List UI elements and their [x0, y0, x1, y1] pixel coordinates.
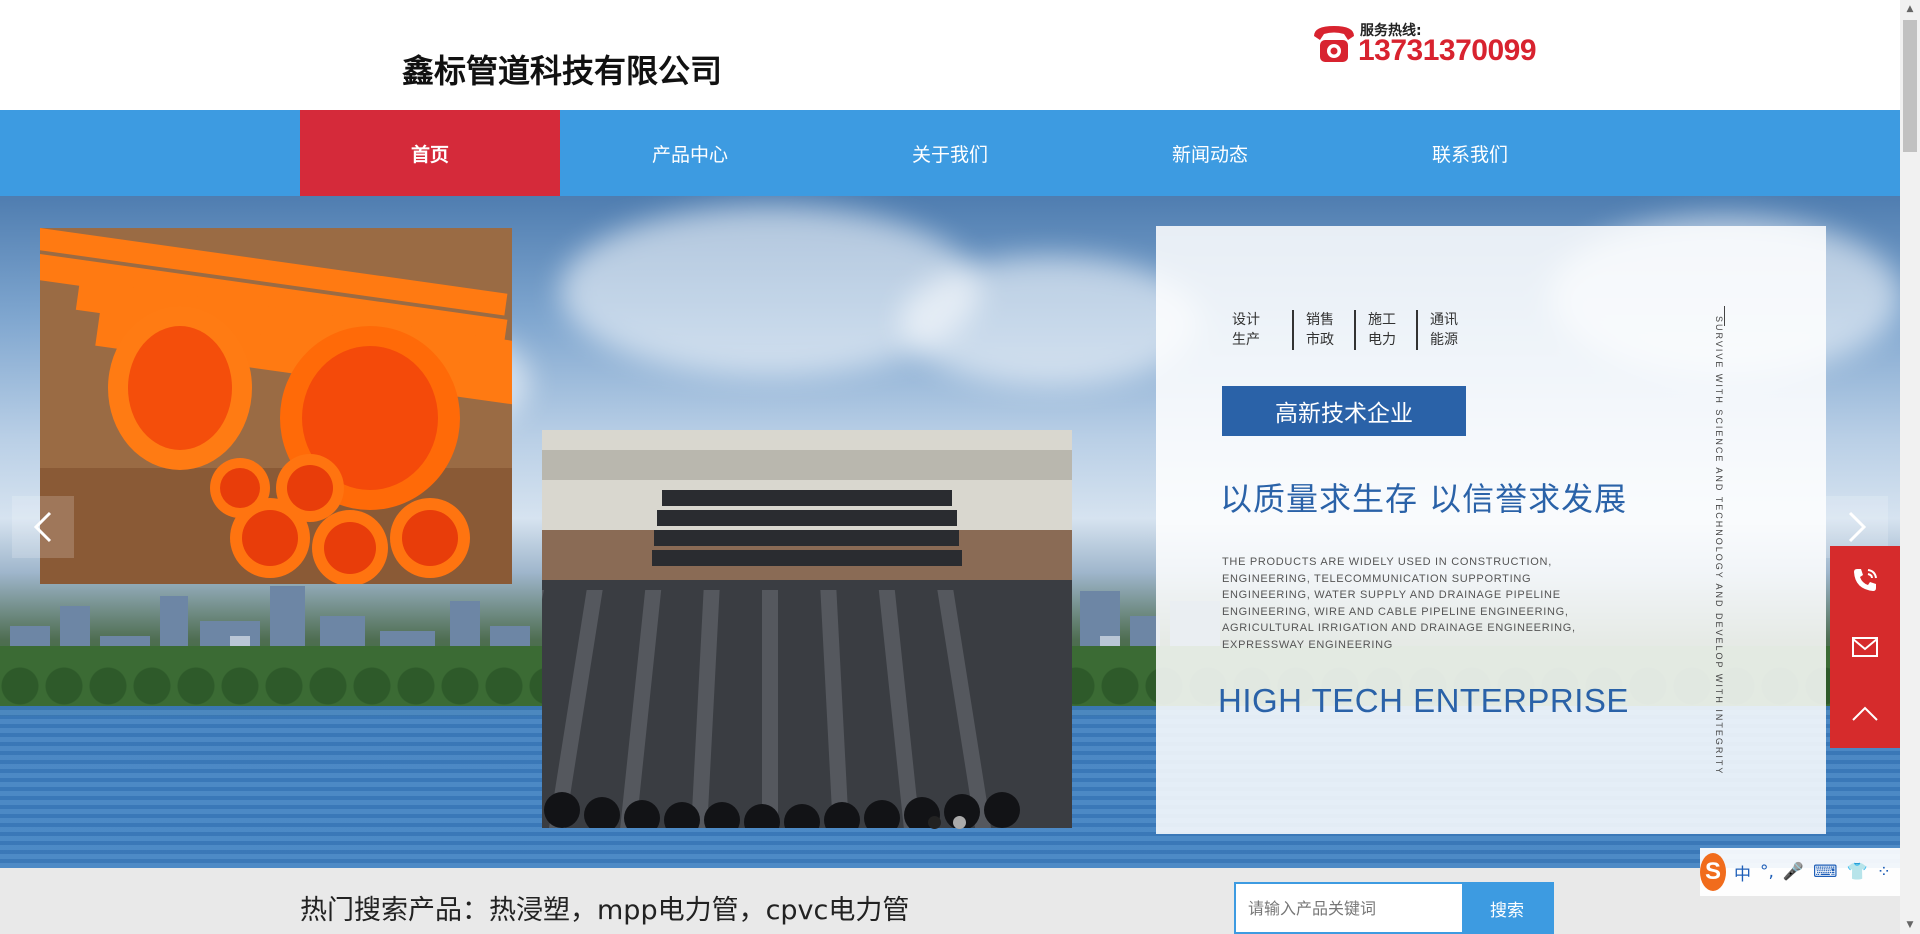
- ime-skin-icon[interactable]: 👕: [1847, 862, 1868, 882]
- scroll-up-arrow-icon[interactable]: ▲: [1900, 0, 1920, 18]
- sogou-logo-icon[interactable]: S: [1700, 853, 1726, 891]
- hot-search-bar: 热门搜索产品：热浸塑，mpp电力管，cpvc电力管 搜索: [0, 868, 1900, 934]
- slide-dot[interactable]: [928, 816, 941, 829]
- slide-dot[interactable]: [953, 816, 966, 829]
- hero-banner: 设计 生产 销售 市政 施工 电力 通讯 能源 高新技术企业 以质量求生存 以信…: [0, 196, 1900, 868]
- envelope-icon: [1852, 636, 1878, 657]
- chevron-right-icon: [1848, 511, 1867, 543]
- service-tag: 通讯 能源: [1430, 312, 1458, 348]
- ime-chinese-mode[interactable]: 中: [1734, 860, 1751, 885]
- ime-keyboard-icon[interactable]: ⌨: [1813, 862, 1838, 882]
- nav-item-about[interactable]: 关于我们: [820, 110, 1080, 196]
- nav-item-home[interactable]: 首页: [300, 110, 560, 196]
- ime-toolbox-icon[interactable]: ⁘: [1877, 862, 1891, 882]
- ime-toolbar: S 中 °, 🎤 ⌨ 👕 ⁘: [1700, 848, 1900, 896]
- banner-info-panel: 设计 生产 销售 市政 施工 电力 通讯 能源 高新技术企业 以质量求生存 以信…: [1156, 226, 1826, 834]
- service-tags: 设计 生产 销售 市政 施工 电力 通讯 能源: [1232, 310, 1480, 350]
- hot-search-label: 热门搜索产品：热浸塑，mpp电力管，cpvc电力管: [300, 895, 910, 926]
- hotline-number[interactable]: 13731370099: [1358, 34, 1537, 68]
- telephone-icon: [1314, 26, 1354, 62]
- vertical-divider: [1724, 306, 1725, 326]
- page-scrollbar[interactable]: ▲ ▼: [1900, 0, 1920, 934]
- search-box: 搜索: [1234, 882, 1554, 934]
- phone-icon: [1854, 568, 1877, 591]
- orange-pipes-photo[interactable]: [40, 228, 512, 584]
- ime-punctuation-icon[interactable]: °,: [1760, 862, 1774, 882]
- scroll-down-arrow-icon[interactable]: ▼: [1900, 916, 1920, 934]
- banner-vertical-text: SURVIVE WITH SCIENCE AND TECHNOLOGY AND …: [1714, 316, 1724, 776]
- service-tag: 设计 生产: [1232, 310, 1294, 350]
- high-tech-badge: 高新技术企业: [1222, 386, 1466, 436]
- scroll-thumb[interactable]: [1903, 20, 1917, 152]
- site-header: 鑫标管道科技有限公司 服务热线: 13731370099: [0, 0, 1900, 110]
- back-to-top-button[interactable]: [1830, 680, 1900, 747]
- side-phone-button[interactable]: [1830, 546, 1900, 613]
- main-nav: 首页 产品中心 关于我们 新闻动态 联系我们: [0, 110, 1900, 196]
- nav-item-news[interactable]: 新闻动态: [1080, 110, 1340, 196]
- black-pipes-photo[interactable]: [542, 430, 1072, 828]
- chevron-left-icon: [33, 511, 52, 543]
- side-float-bar: [1830, 546, 1900, 748]
- banner-slogan: 以质量求生存 以信誉求发展: [1220, 480, 1628, 518]
- nav-item-contact[interactable]: 联系我们: [1340, 110, 1600, 196]
- nav-item-products[interactable]: 产品中心: [560, 110, 820, 196]
- search-input[interactable]: [1236, 884, 1462, 932]
- banner-description: THE PRODUCTS ARE WIDELY USED IN CONSTRUC…: [1222, 556, 1576, 651]
- slide-indicators: [928, 816, 966, 829]
- ime-microphone-icon[interactable]: 🎤: [1783, 862, 1804, 882]
- chevron-up-icon: [1852, 706, 1878, 721]
- banner-prev-button[interactable]: [12, 496, 74, 558]
- service-tag: 销售 市政: [1294, 310, 1356, 350]
- side-email-button[interactable]: [1830, 613, 1900, 680]
- service-tag: 施工 电力: [1356, 310, 1418, 350]
- cloud-shape: [900, 256, 1200, 386]
- search-button[interactable]: 搜索: [1462, 884, 1552, 932]
- banner-enterprise-title: HIGH TECH ENTERPRISE: [1218, 682, 1629, 719]
- company-name[interactable]: 鑫标管道科技有限公司: [402, 46, 722, 92]
- hotline: 服务热线: 13731370099: [1310, 18, 1540, 70]
